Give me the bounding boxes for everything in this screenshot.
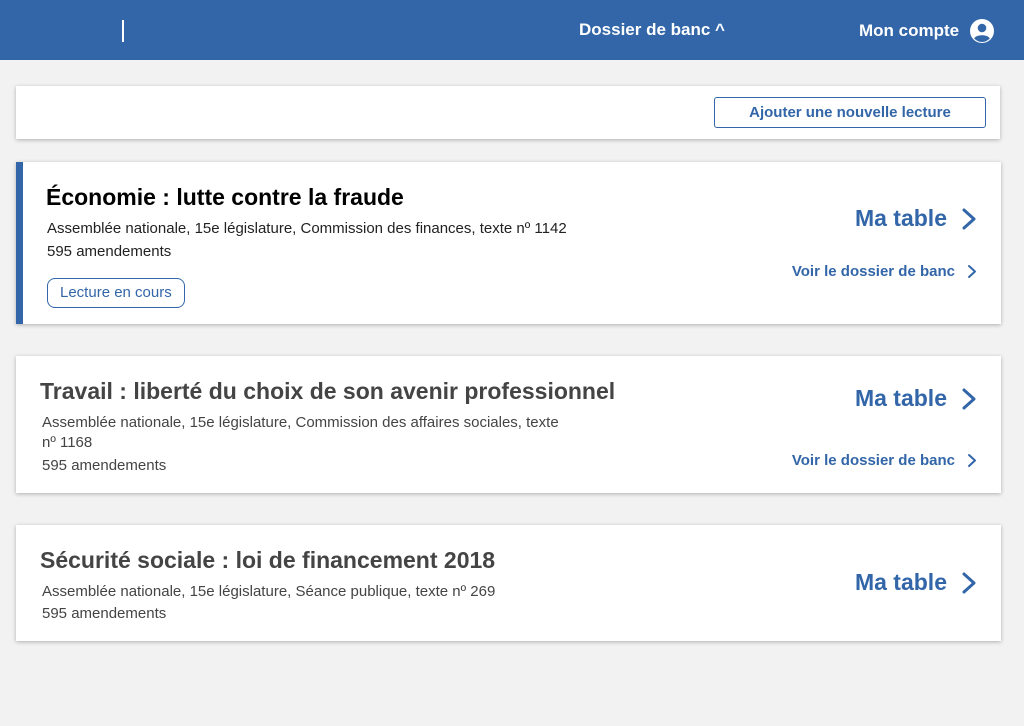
chevron-right-icon	[962, 388, 976, 409]
lecture-card-economie: Économie : lutte contre la fraude Assemb…	[16, 162, 1001, 324]
ma-table-link[interactable]: Ma table	[855, 569, 977, 596]
chevron-right-icon	[962, 208, 976, 229]
voir-dossier-link[interactable]: Voir le dossier de banc	[792, 263, 977, 280]
lecture-title: Sécurité sociale : loi de financement 20…	[40, 547, 496, 573]
ma-table-label: Ma table	[854, 205, 947, 231]
nav-dossier-de-banc[interactable]: Dossier de banc ^	[579, 20, 725, 40]
lecture-card-securite-sociale: Sécurité sociale : loi de financement 20…	[16, 525, 1001, 641]
status-badge: Lecture en cours	[47, 278, 185, 308]
lecture-amendments-count: 595 amendements	[42, 457, 167, 474]
ma-table-label: Ma table	[854, 569, 947, 595]
lecture-description: Assemblée nationale, 15e législature, Sé…	[42, 583, 496, 600]
ma-table-link[interactable]: Ma table	[855, 385, 977, 412]
toolbar-card: Ajouter une nouvelle lecture	[16, 86, 1000, 139]
nav-account[interactable]: Mon compte	[859, 18, 995, 44]
lecture-card-travail: Travail : liberté du choix de son avenir…	[16, 356, 1001, 493]
add-lecture-button[interactable]: Ajouter une nouvelle lecture	[714, 97, 986, 128]
voir-dossier-label: Voir le dossier de banc	[791, 263, 955, 280]
chevron-right-icon	[962, 572, 976, 593]
account-circle-icon	[970, 19, 995, 43]
voir-dossier-link[interactable]: Voir le dossier de banc	[792, 452, 977, 469]
account-label: Mon compte	[859, 21, 960, 40]
chevron-right-icon	[968, 454, 976, 467]
lecture-amendments-count: 595 amendements	[47, 243, 172, 260]
chevron-right-icon	[968, 265, 976, 278]
lecture-description: Assemblée nationale, 15e législature, Co…	[42, 414, 559, 451]
ma-table-label: Ma table	[854, 385, 947, 411]
lecture-description: Assemblée nationale, 15e législature, Co…	[47, 220, 567, 237]
lecture-title: Économie : lutte contre la fraude	[46, 184, 404, 210]
brand-separator	[122, 20, 124, 42]
top-navigation-bar: Dossier de banc ^ Mon compte	[0, 0, 1024, 60]
lecture-amendments-count: 595 amendements	[42, 605, 167, 622]
ma-table-link[interactable]: Ma table	[855, 205, 977, 232]
lecture-title: Travail : liberté du choix de son avenir…	[40, 378, 616, 404]
voir-dossier-label: Voir le dossier de banc	[791, 452, 955, 469]
